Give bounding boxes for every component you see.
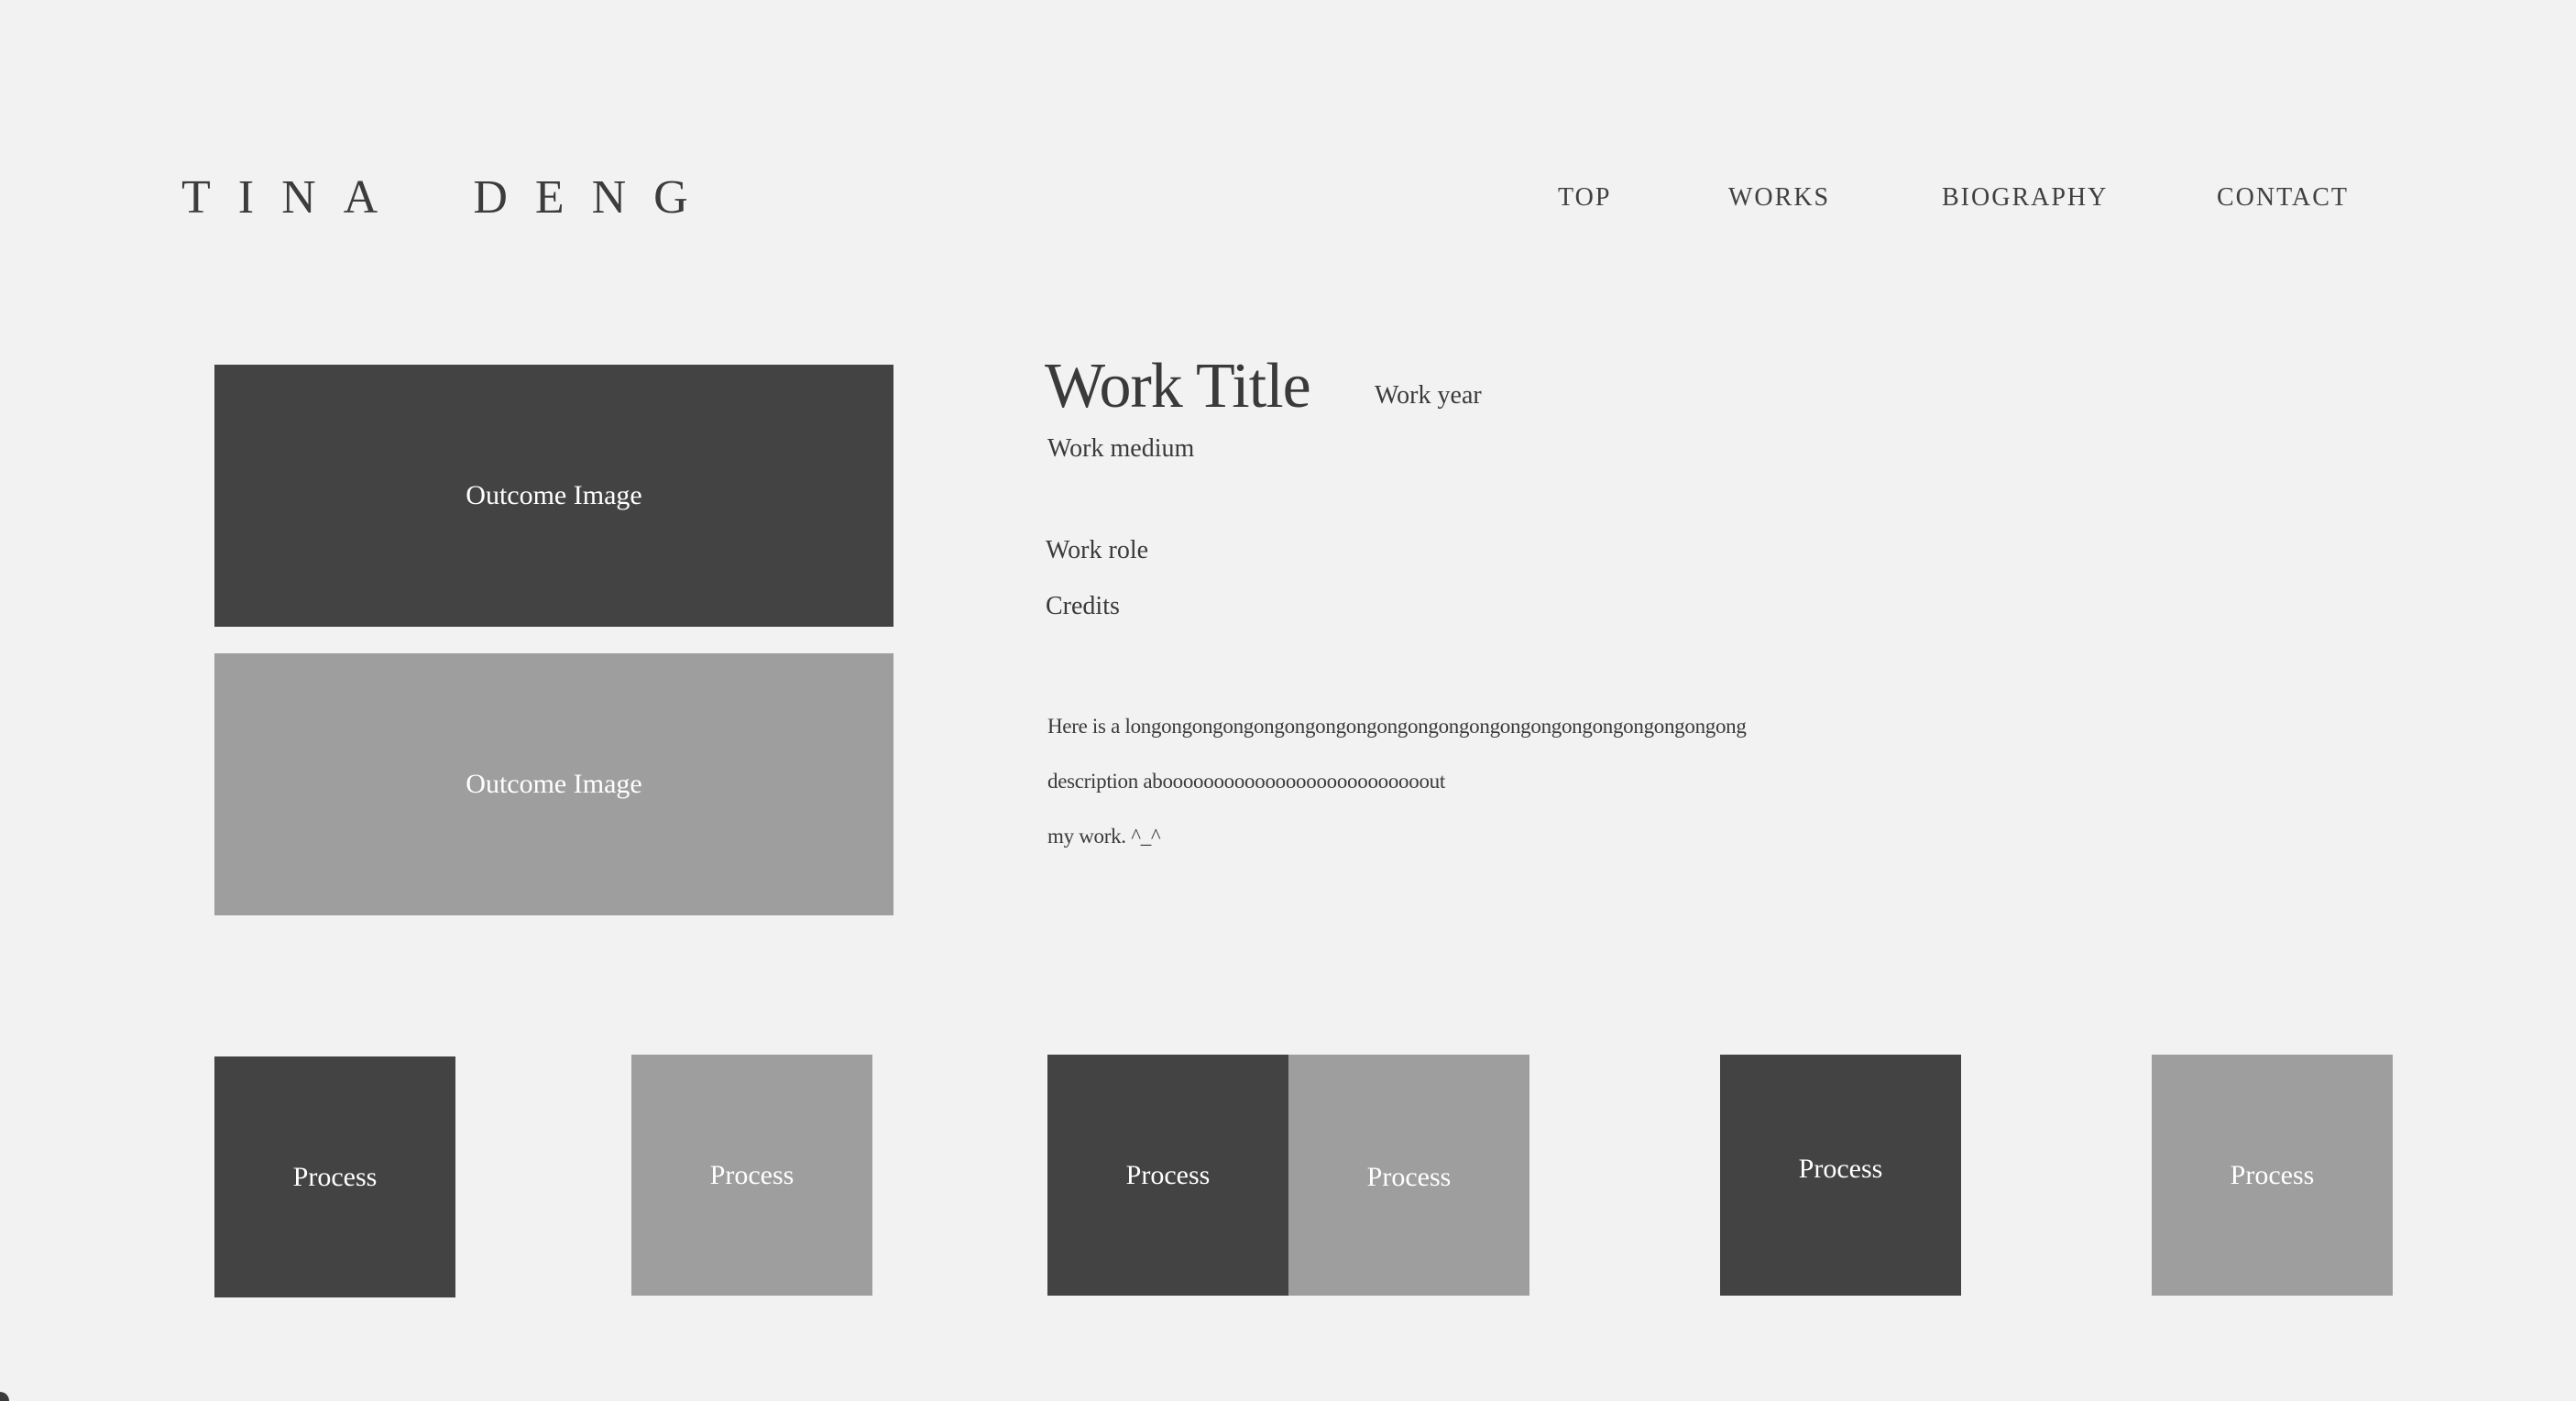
work-description: Here is a longongongongongongongongongon…: [1047, 707, 1747, 872]
process-image-label: Process: [2230, 1159, 2315, 1190]
process-image[interactable]: Process: [214, 1056, 455, 1297]
process-image-label: Process: [1125, 1159, 1211, 1190]
work-credits: Credits: [1046, 592, 1120, 620]
window-corner: [0, 1392, 9, 1401]
outcome-image[interactable]: Outcome Image: [214, 653, 893, 915]
nav-works[interactable]: WORKS: [1728, 181, 1830, 214]
work-title: Work Title: [1045, 351, 1311, 421]
nav-biography[interactable]: BIOGRAPHY: [1942, 181, 2108, 214]
process-image-label: Process: [292, 1161, 378, 1192]
process-image-label: Process: [1366, 1161, 1452, 1192]
nav-contact[interactable]: CONTACT: [2217, 181, 2349, 214]
process-image-label: Process: [1798, 1153, 1883, 1184]
work-year: Work year: [1375, 381, 1482, 410]
process-image[interactable]: Process: [2152, 1055, 2393, 1296]
process-image[interactable]: Process: [1288, 1055, 1529, 1296]
process-image[interactable]: Process: [631, 1055, 872, 1296]
description-line: Here is a longongongongongongongongongon…: [1047, 715, 1747, 738]
outcome-image[interactable]: Outcome Image: [214, 365, 893, 627]
outcome-image-label: Outcome Image: [466, 769, 642, 799]
main-nav: TOP WORKS BIOGRAPHY CONTACT: [0, 181, 2576, 214]
process-image[interactable]: Process: [1720, 1055, 1961, 1296]
work-medium: Work medium: [1047, 434, 1195, 463]
process-image[interactable]: Process: [1047, 1055, 1288, 1296]
description-line: my work. ^_^: [1047, 825, 1161, 848]
nav-top[interactable]: TOP: [1558, 181, 1611, 214]
process-image-label: Process: [709, 1159, 795, 1190]
outcome-image-label: Outcome Image: [466, 480, 642, 510]
work-role: Work role: [1046, 536, 1149, 564]
description-line: description aboooooooooooooooooooooooooo…: [1047, 770, 1445, 793]
